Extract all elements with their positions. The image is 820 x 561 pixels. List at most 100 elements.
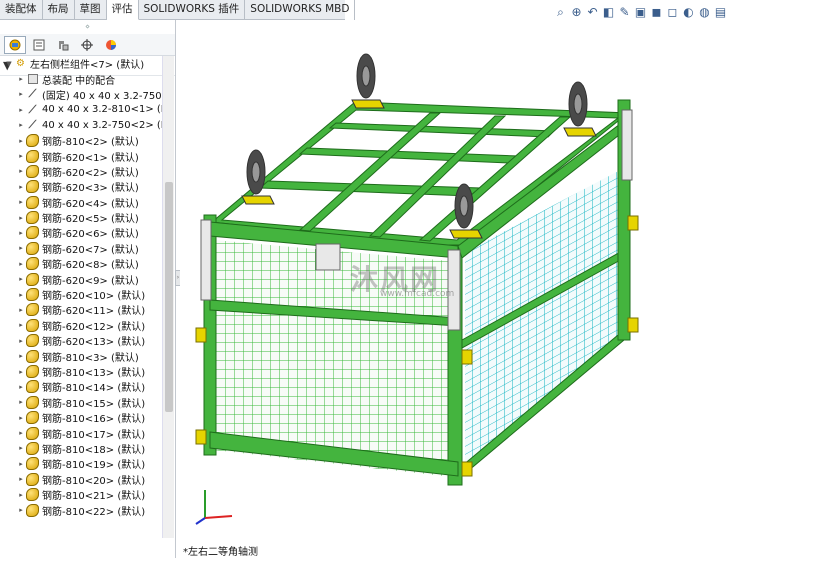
view-settings-icon[interactable]: ▤ [713, 4, 728, 21]
tree-item[interactable]: ▸ 钢筋-620<11> (默认) [0, 302, 162, 317]
part-icon [26, 365, 39, 378]
tree-item-label: 钢筋-620<6> (默认) [42, 229, 139, 241]
propertymanager-icon[interactable] [28, 36, 50, 54]
edit-appearance-icon[interactable]: ◐ [681, 4, 696, 21]
tree-item[interactable]: ▸ 钢筋-620<5> (默认) [0, 210, 162, 225]
expand-arrow-icon[interactable]: ▸ [16, 306, 26, 314]
zoom-area-icon[interactable]: ⊕ [569, 4, 584, 21]
mates-icon [26, 73, 39, 86]
tree-item[interactable]: ▸ 钢筋-810<2> (默认) [0, 133, 162, 148]
part-icon [26, 457, 39, 471]
expand-arrow-icon[interactable]: ▸ [16, 121, 26, 129]
tree-item[interactable]: ▸ 钢筋-810<16> (默认) [0, 410, 162, 425]
dynamic-annotation-icon[interactable]: ✎ [617, 4, 632, 21]
section-view-icon[interactable]: ◧ [601, 4, 616, 21]
tab-0[interactable]: 装配体 [0, 0, 43, 20]
tree-item[interactable]: ▸ 钢筋-620<6> (默认) [0, 225, 162, 240]
tree-item-label: 钢筋-620<13> (默认) [42, 337, 146, 349]
tab-4[interactable]: SOLIDWORKS 插件 [139, 0, 246, 20]
expand-arrow-icon[interactable]: ▸ [16, 167, 26, 175]
cart-model [195, 53, 639, 525]
panel-grip[interactable]: ⋄ [0, 20, 175, 34]
tree-item[interactable]: ▸ 钢筋-810<18> (默认) [0, 441, 162, 456]
tab-1[interactable]: 布局 [43, 0, 75, 20]
expand-arrow-icon[interactable]: ▸ [16, 244, 26, 252]
tree-item-label: 钢筋-810<19> (默认) [42, 460, 146, 472]
tree-item[interactable]: ▸ 钢筋-810<3> (默认) [0, 348, 162, 364]
expand-arrow-icon[interactable]: ▸ [16, 460, 26, 468]
graphics-area[interactable] [180, 20, 820, 558]
tree-item[interactable]: ▸ ⟋ (固定) 40 x 40 x 3.2-750< [0, 87, 162, 102]
tree-item[interactable]: ▸ ⟋ 40 x 40 x 3.2-750<2> (De [0, 118, 162, 133]
expand-arrow-icon[interactable]: ▸ [16, 275, 26, 283]
scrollbar-thumb[interactable] [165, 182, 173, 412]
tree-item[interactable]: ▸ ⟋ 40 x 40 x 3.2-810<1> (De [0, 102, 162, 117]
tree-item[interactable]: ▸ 钢筋-620<3> (默认) [0, 179, 162, 194]
tree-item-label: 钢筋-620<5> (默认) [42, 214, 139, 226]
expand-arrow-icon[interactable]: ▸ [16, 429, 26, 437]
tree-item[interactable]: ▸ 钢筋-620<1> (默认) [0, 148, 162, 164]
dimxpert-icon[interactable] [76, 36, 98, 54]
expand-arrow-icon[interactable]: ▸ [16, 368, 26, 376]
expand-arrow-icon[interactable]: ▸ [16, 491, 26, 499]
tree-item[interactable]: ▸ 钢筋-620<9> (默认) [0, 271, 162, 287]
tree-item[interactable]: ▸ 钢筋-620<7> (默认) [0, 241, 162, 256]
expand-arrow-icon[interactable]: ▼ [4, 60, 14, 68]
expand-arrow-icon[interactable]: ▸ [16, 152, 26, 160]
part-icon [26, 488, 39, 502]
expand-arrow-icon[interactable]: ▸ [16, 90, 26, 98]
tab-5[interactable]: SOLIDWORKS MBD [245, 0, 356, 20]
tree-item[interactable]: ▸ 钢筋-620<10> (默认) [0, 287, 162, 302]
expand-arrow-icon[interactable]: ▸ [16, 137, 26, 145]
display-style-icon[interactable]: ◼ [649, 4, 664, 21]
tree-item-label: 钢筋-620<4> (默认) [42, 198, 139, 210]
tree-item[interactable]: ▸ 钢筋-620<2> (默认) [0, 164, 162, 179]
display-manager-icon[interactable] [100, 36, 122, 54]
expand-arrow-icon[interactable]: ▸ [16, 398, 26, 406]
view-orientation-label: *左右二等角轴测 [183, 547, 258, 558]
tree-item[interactable]: ▸ 钢筋-810<19> (默认) [0, 456, 162, 471]
zoom-to-fit-icon[interactable]: ⌕ [553, 4, 568, 21]
tree-item[interactable]: ▸ 钢筋-810<20> (默认) [0, 472, 162, 487]
tree-item[interactable]: ▸ 钢筋-620<8> (默认) [0, 256, 162, 271]
expand-arrow-icon[interactable]: ▸ [16, 183, 26, 191]
expand-arrow-icon[interactable]: ▸ [16, 383, 26, 391]
tree-item[interactable]: ▸ 钢筋-810<22> (默认) [0, 502, 162, 518]
tab-3[interactable]: 评估 [106, 0, 139, 20]
tab-2[interactable]: 草图 [75, 0, 107, 20]
view-orientation-icon[interactable]: ▣ [633, 4, 648, 21]
tree-item[interactable]: ▸ 钢筋-620<12> (默认) [0, 318, 162, 333]
tree-item[interactable]: ▸ 钢筋-810<15> (默认) [0, 395, 162, 410]
tree-item-label: 钢筋-810<17> (默认) [42, 429, 146, 441]
tree-item[interactable]: ▸ 钢筋-810<17> (默认) [0, 425, 162, 441]
expand-arrow-icon[interactable]: ▸ [16, 229, 26, 237]
tree-item[interactable]: ▸ 钢筋-810<13> (默认) [0, 364, 162, 379]
expand-arrow-icon[interactable]: ▸ [16, 214, 26, 222]
expand-arrow-icon[interactable]: ▸ [16, 352, 26, 360]
expand-arrow-icon[interactable]: ▸ [16, 475, 26, 483]
expand-arrow-icon[interactable]: ▸ [16, 506, 26, 514]
expand-arrow-icon[interactable]: ▸ [16, 321, 26, 329]
configuration-icon[interactable] [52, 36, 74, 54]
tree-item-mates[interactable]: ▸ 总装配 中的配合 [0, 71, 162, 87]
tree-item-label: 40 x 40 x 3.2-810<1> (De [42, 104, 162, 116]
previous-view-icon[interactable]: ↶ [585, 4, 600, 21]
expand-arrow-icon[interactable]: ▸ [16, 337, 26, 345]
expand-arrow-icon[interactable]: ▸ [16, 106, 26, 114]
hide-show-icon[interactable]: ◻ [665, 4, 680, 21]
featuremanager-icon[interactable] [4, 35, 26, 54]
expand-arrow-icon[interactable]: ▸ [16, 291, 26, 299]
expand-arrow-icon[interactable]: ▸ [16, 444, 26, 452]
expand-arrow-icon[interactable]: ▸ [16, 75, 26, 83]
expand-arrow-icon[interactable]: ▸ [16, 260, 26, 268]
expand-arrow-icon[interactable]: ▸ [16, 414, 26, 422]
assembly-icon: ⚙ [16, 58, 25, 70]
expand-arrow-icon[interactable]: ▸ [16, 198, 26, 206]
tree-item[interactable]: ▸ 钢筋-810<14> (默认) [0, 379, 162, 394]
tree-item[interactable]: ▸ 钢筋-620<4> (默认) [0, 195, 162, 210]
tree-item[interactable]: ▸ 钢筋-620<13> (默认) [0, 333, 162, 348]
apply-scene-icon[interactable]: ◍ [697, 4, 712, 21]
tree-root-assembly[interactable]: ▼ ⚙ 左右侧栏组件<7> (默认) [0, 56, 162, 71]
tree-item[interactable]: ▸ 钢筋-810<21> (默认) [0, 487, 162, 502]
tree-scrollbar[interactable] [162, 56, 174, 538]
